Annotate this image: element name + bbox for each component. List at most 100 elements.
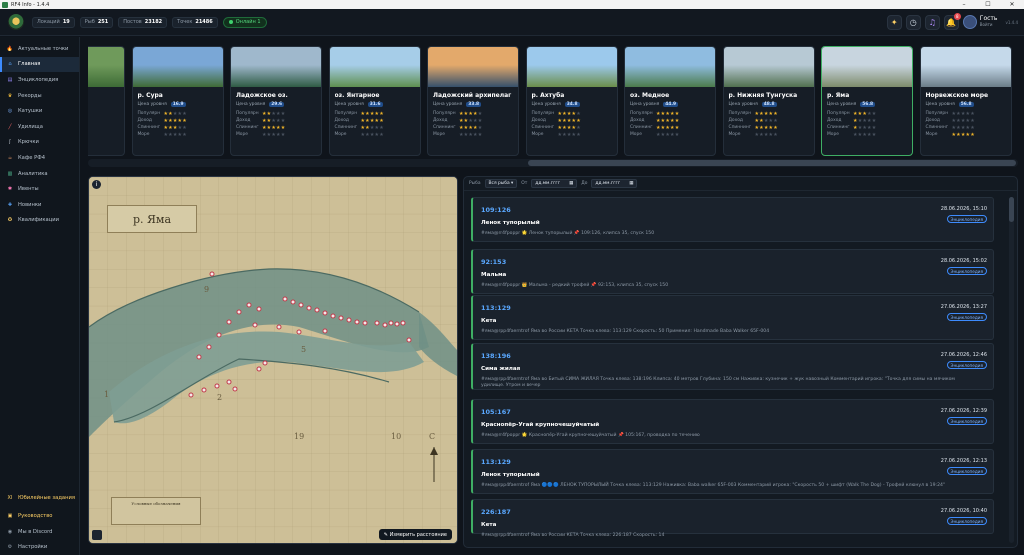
date-to-input[interactable]: дд.мм.гггг ▦ [591,179,638,188]
close-button[interactable]: ✕ [1000,0,1024,9]
fish-select[interactable]: Вся рыба ▾ [484,179,518,188]
sidebar-item-3[interactable]: ♛ Рекорды [0,88,79,104]
sidebar-item-4[interactable]: ◎ Катушки [0,103,79,119]
location-row-trophy: Доход★★★★★ [925,117,975,124]
measure-distance-button[interactable]: ✎ Измерить расстояние [378,529,452,540]
minimize-button[interactable]: – [952,0,976,9]
star-rating: ★★★★★ [262,124,286,131]
encyclopedia-button[interactable]: Энциклопедия [946,361,987,369]
star-rating: ★★★★★ [656,131,680,138]
location-row-spin: Спиннинг★★★★★ [925,124,975,131]
feed-entry[interactable]: 109:126 Ленок тупорылый #яма@rr4fpoppr 🌟 Л… [471,197,994,242]
feed-entry[interactable]: 105:167 Краснопёр-Угай крупночешуйчатый #я… [471,399,994,444]
feed-coord[interactable]: 138:196 [481,352,511,360]
location-row-popular: Популярн★★★★★ [433,110,483,117]
sidebar-item-7[interactable]: ☕ Кафе РФ4 [0,150,79,166]
feed-fish-name: Кета [481,522,497,528]
star-rating: ★★★★★ [951,117,975,124]
feed-entry[interactable]: 138:196 Сима жилая #яма@rpp4faerntrof Яма … [471,343,994,390]
star-rating: ★★★★★ [163,124,187,131]
feed-coord[interactable]: 226:187 [481,508,511,516]
sidebar-item-5[interactable]: ╱ Удилища [0,119,79,135]
sidebar-item-11[interactable]: ✪ Квалификации [0,213,79,229]
location-card[interactable]: оз. Медное Цена уровня 44.9 Популярн ★★★★★ До… [624,46,716,156]
calendar-icon: ▦ [569,181,574,186]
feed-entry[interactable]: 92:153 Мальма #яма@rr4fpoppr 👑 Мальма - ре… [471,249,994,294]
star-rating: ★★★★★ [656,110,680,117]
encyclopedia-button[interactable]: Энциклопедия [946,267,987,275]
location-card[interactable]: Донец Цена уровня9 Популярн★★★★★Доход★★★★★… [88,46,125,156]
svg-text:5: 5 [301,345,306,354]
app-logo[interactable] [8,14,24,30]
history-button[interactable]: ◷ [905,14,921,30]
encyclopedia-button[interactable]: Энциклопедия [946,467,987,475]
location-row-spin: Спиннинг★★★★★ [630,124,680,131]
location-name: оз. Медное [630,92,670,99]
feed-entry[interactable]: 113:129 Кета #яма@rpp4faerntrof Яма во Рос… [471,295,994,340]
feed-coord[interactable]: 92:153 [481,258,506,266]
location-row-trophy: Доход★★★★★ [531,117,581,124]
feed-coord[interactable]: 105:167 [481,408,511,416]
locations-scrollbar[interactable] [88,159,1018,167]
avatar[interactable] [962,15,977,29]
feed-entry[interactable]: 113:129 Ленок тупорылый #яма@rpp4faerntrof… [471,449,994,494]
location-card[interactable]: р. Ахтуба Цена уровня 34.8 Популярн ★★★★★ Дох… [525,46,618,156]
feed-coord[interactable]: 109:126 [481,206,511,214]
location-level: Цена уровня 44.9 [630,102,679,107]
location-row-popular: Популярн★★★★★ [630,110,680,117]
info-icon[interactable]: i [92,180,101,189]
location-name: Ладожское оз. [236,92,288,99]
sidebar-item-1[interactable]: ⌂ Главная [0,56,79,73]
encyclopedia-button[interactable]: Энциклопедия [946,517,987,525]
music-button[interactable]: ♫ [924,14,940,30]
sidebar-item-8[interactable]: ▥ Аналитика [0,166,79,182]
location-card[interactable]: оз. Янтарное Цена уровня 31.6 Популярн ★★★★★… [328,46,421,156]
location-map[interactable]: 9 10 19 2 5 1 C р. Яма Условные обозначения i… [88,176,458,544]
location-card[interactable]: р. Нижняя Тунгуска Цена уровня 48.8 Популяр… [722,46,815,156]
guide-icon: ▣ [7,513,13,520]
location-card[interactable]: Норвежское море Цена уровня 56.8 Популярн ★★… [919,46,1012,156]
date-from-input[interactable]: дд.мм.гггг ▦ [531,179,578,188]
location-image [88,47,124,87]
sidebar-bottom-item-3[interactable]: ⚙ Настройки [0,539,80,555]
location-name: р. Яма [827,92,850,99]
feed-scroll-thumb[interactable] [1009,197,1014,222]
new-icon: ✚ [7,201,13,208]
location-row-popular: Популярн★★★★★ [531,110,581,117]
location-card[interactable]: Ладожский архипелаг Цена уровня 33.8 Популя… [427,46,519,156]
app-icon [2,1,8,8]
chevron-down-icon: ▾ [511,181,514,186]
star-rating: ★★★★★ [951,124,975,131]
encyclopedia-button[interactable]: Энциклопедия [946,313,987,321]
sidebar-item-2[interactable]: ▤ Энциклопедия [0,72,79,88]
user-block[interactable]: Гость Войти [980,16,998,28]
maximize-button[interactable]: ☐ [976,0,1000,9]
feed-entry[interactable]: 226:187 Кета #яма@rpp4faerntrof Яма во Рос… [471,499,994,538]
location-card[interactable]: р. Яма Цена уровня 56.8 Популярн ★★★★★ Доход ★… [821,46,913,156]
feed-coord[interactable]: 113:129 [481,458,511,466]
sidebar-bottom-item-0[interactable]: XI Юбилейные задания [0,488,80,508]
location-card[interactable]: р. Сура Цена уровня 16.9 Популярн ★★★★★ Доход… [131,46,224,156]
svg-text:9: 9 [204,285,209,294]
locations-scroll-thumb[interactable] [528,160,1016,166]
sidebar-item-9[interactable]: ✱ Ивенты [0,181,79,197]
notifications-button[interactable]: 🔔 8 [943,12,961,30]
star-rating: ★★★★★ [360,131,384,138]
sparkle-button[interactable]: ✦ [886,14,902,30]
star-rating: ★★★★★ [754,131,778,138]
notification-count: 8 [953,12,961,20]
sidebar-item-0[interactable]: 🔥 Актуальные точки [0,41,79,57]
feed-scrollbar[interactable] [1009,197,1014,543]
login-link[interactable]: Войти [980,22,998,28]
encyclopedia-button[interactable]: Энциклопедия [946,417,987,425]
map-corner-button[interactable] [92,530,102,540]
encyclopedia-button[interactable]: Энциклопедия [946,215,987,223]
sidebar-item-6[interactable]: ʃ Крючки [0,135,79,151]
sidebar-bottom-item-2[interactable]: ◉ Мы в Discord [0,524,80,540]
location-card[interactable]: Ладожское оз. Цена уровня 29.6 Популярн ★★★★… [230,46,322,156]
stat-fish: Рыб 251 [79,16,114,28]
svg-text:1: 1 [104,390,109,399]
sidebar-item-10[interactable]: ✚ Новинки [0,197,79,213]
feed-coord[interactable]: 113:129 [481,304,511,312]
sidebar-bottom-item-1[interactable]: ▣ Руководство [0,508,80,524]
